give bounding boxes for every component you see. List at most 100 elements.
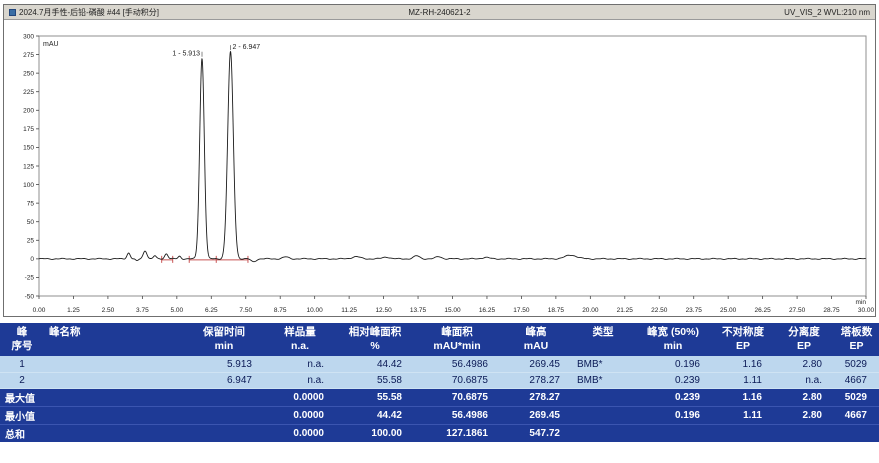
peak-cell: 1.16 (712, 356, 774, 372)
y-axis: 3002752502252001751501251007550250-25-50 (23, 33, 39, 300)
summary-row: 总和0.0000100.00127.1861547.72 (0, 424, 879, 442)
peak-cell: 56.4986 (414, 356, 500, 372)
svg-text:150: 150 (23, 145, 34, 152)
summary-cell: 127.1861 (414, 424, 500, 442)
svg-text:7.50: 7.50 (239, 307, 252, 314)
col-header-11: 塔板数EP (834, 323, 879, 356)
summary-cell: 1.11 (712, 406, 774, 424)
svg-text:275: 275 (23, 52, 34, 59)
peak-cell (44, 356, 184, 372)
summary-cell: 0.0000 (264, 406, 336, 424)
svg-text:25: 25 (27, 238, 35, 245)
injection-title-group: 2024.7月手性-后铅-磷酸 #44 [手动积分] (9, 7, 159, 18)
peak-cell (44, 372, 184, 388)
summary-cell: 5029 (834, 388, 879, 406)
col-header-5: 峰面积mAU*min (414, 323, 500, 356)
svg-text:13.75: 13.75 (410, 307, 427, 314)
svg-text:20.00: 20.00 (582, 307, 599, 314)
peak-cell: 55.58 (336, 372, 414, 388)
peak-cell: 1.11 (712, 372, 774, 388)
chromatogram-header-bar: 2024.7月手性-后铅-磷酸 #44 [手动积分] MZ-RH-240621-… (4, 5, 875, 20)
svg-text:6.25: 6.25 (205, 307, 218, 314)
svg-text:100: 100 (23, 182, 34, 189)
svg-text:2.50: 2.50 (102, 307, 115, 314)
x-axis-label: min (856, 299, 867, 306)
peak-cell: n.a. (264, 372, 336, 388)
peak-cell: BMB* (572, 372, 634, 388)
summary-cell (572, 388, 634, 406)
plot-frame (39, 36, 866, 296)
injection-icon (9, 9, 16, 16)
summary-cell: 0.239 (634, 388, 712, 406)
svg-text:12.50: 12.50 (375, 307, 392, 314)
summary-cell: 44.42 (336, 406, 414, 424)
peak-cell: 70.6875 (414, 372, 500, 388)
peak-label-2: 2 - 6.947 (233, 44, 261, 51)
summary-cell: 278.27 (500, 388, 572, 406)
svg-text:250: 250 (23, 70, 34, 77)
peak-cell: 4667 (834, 372, 879, 388)
chromatography-report: { "header": { "left_title": "2024.7月手性-后… (0, 4, 879, 463)
svg-text:5.00: 5.00 (171, 307, 184, 314)
col-header-6: 峰高mAU (500, 323, 572, 356)
col-header-8: 峰宽 (50%)min (634, 323, 712, 356)
svg-text:1.25: 1.25 (67, 307, 80, 314)
summary-cell: 2.80 (774, 406, 834, 424)
peak-cell: 278.27 (500, 372, 572, 388)
summary-cell: 0.0000 (264, 388, 336, 406)
summary-cell (572, 406, 634, 424)
peak-cell: 44.42 (336, 356, 414, 372)
svg-text:3.75: 3.75 (136, 307, 149, 314)
svg-text:8.75: 8.75 (274, 307, 287, 314)
summary-cell: 0.0000 (264, 424, 336, 442)
peak-row-2[interactable]: 26.947n.a.55.5870.6875278.27BMB*0.2391.1… (0, 372, 879, 388)
summary-cell: 269.45 (500, 406, 572, 424)
svg-text:25.00: 25.00 (720, 307, 737, 314)
svg-text:17.50: 17.50 (513, 307, 530, 314)
col-header-1: 峰名称 (44, 323, 184, 356)
svg-text:0.00: 0.00 (33, 307, 46, 314)
injection-title: 2024.7月手性-后铅-磷酸 #44 [手动积分] (19, 7, 159, 18)
col-header-9: 不对称度EP (712, 323, 774, 356)
svg-text:225: 225 (23, 89, 34, 96)
chromatogram-plot[interactable]: 3002752502252001751501251007550250-25-50… (4, 20, 875, 316)
summary-cell: 56.4986 (414, 406, 500, 424)
summary-label: 最大值 (0, 388, 264, 406)
svg-text:16.25: 16.25 (479, 307, 496, 314)
svg-text:300: 300 (23, 33, 34, 40)
summary-cell: 1.16 (712, 388, 774, 406)
svg-text:15.00: 15.00 (444, 307, 461, 314)
peak-cell: 0.239 (634, 372, 712, 388)
svg-text:27.50: 27.50 (789, 307, 806, 314)
svg-text:0: 0 (30, 256, 34, 263)
peak-cell: 5.913 (184, 356, 264, 372)
summary-cell (572, 424, 634, 442)
peak-cell: 5029 (834, 356, 879, 372)
svg-text:-50: -50 (25, 293, 35, 300)
col-header-10: 分离度EP (774, 323, 834, 356)
peak-cell: n.a. (264, 356, 336, 372)
summary-cell: 547.72 (500, 424, 572, 442)
summary-label: 最小值 (0, 406, 264, 424)
svg-text:26.25: 26.25 (754, 307, 771, 314)
peak-cell: 6.947 (184, 372, 264, 388)
peak-cell: BMB* (572, 356, 634, 372)
peak-cell: 269.45 (500, 356, 572, 372)
summary-cell (774, 424, 834, 442)
peak-row-1[interactable]: 15.913n.a.44.4256.4986269.45BMB*0.1961.1… (0, 356, 879, 372)
svg-text:22.50: 22.50 (651, 307, 668, 314)
peak-cell: 2.80 (774, 356, 834, 372)
y-axis-label: mAU (43, 41, 59, 48)
peak-cell: n.a. (774, 372, 834, 388)
peak-results-table: 峰序号峰名称保留时间min样品量n.a.相对峰面积%峰面积mAU*min峰高mA… (0, 323, 879, 442)
col-header-7: 类型 (572, 323, 634, 356)
peak-cell: 0.196 (634, 356, 712, 372)
summary-cell (634, 424, 712, 442)
svg-text:-25: -25 (25, 275, 35, 282)
summary-cell: 55.58 (336, 388, 414, 406)
col-header-4: 相对峰面积% (336, 323, 414, 356)
summary-cell (834, 424, 879, 442)
svg-text:200: 200 (23, 108, 34, 115)
detector-channel: UV_VIS_2 WVL:210 nm (784, 8, 870, 17)
peak-cell: 2 (0, 372, 44, 388)
